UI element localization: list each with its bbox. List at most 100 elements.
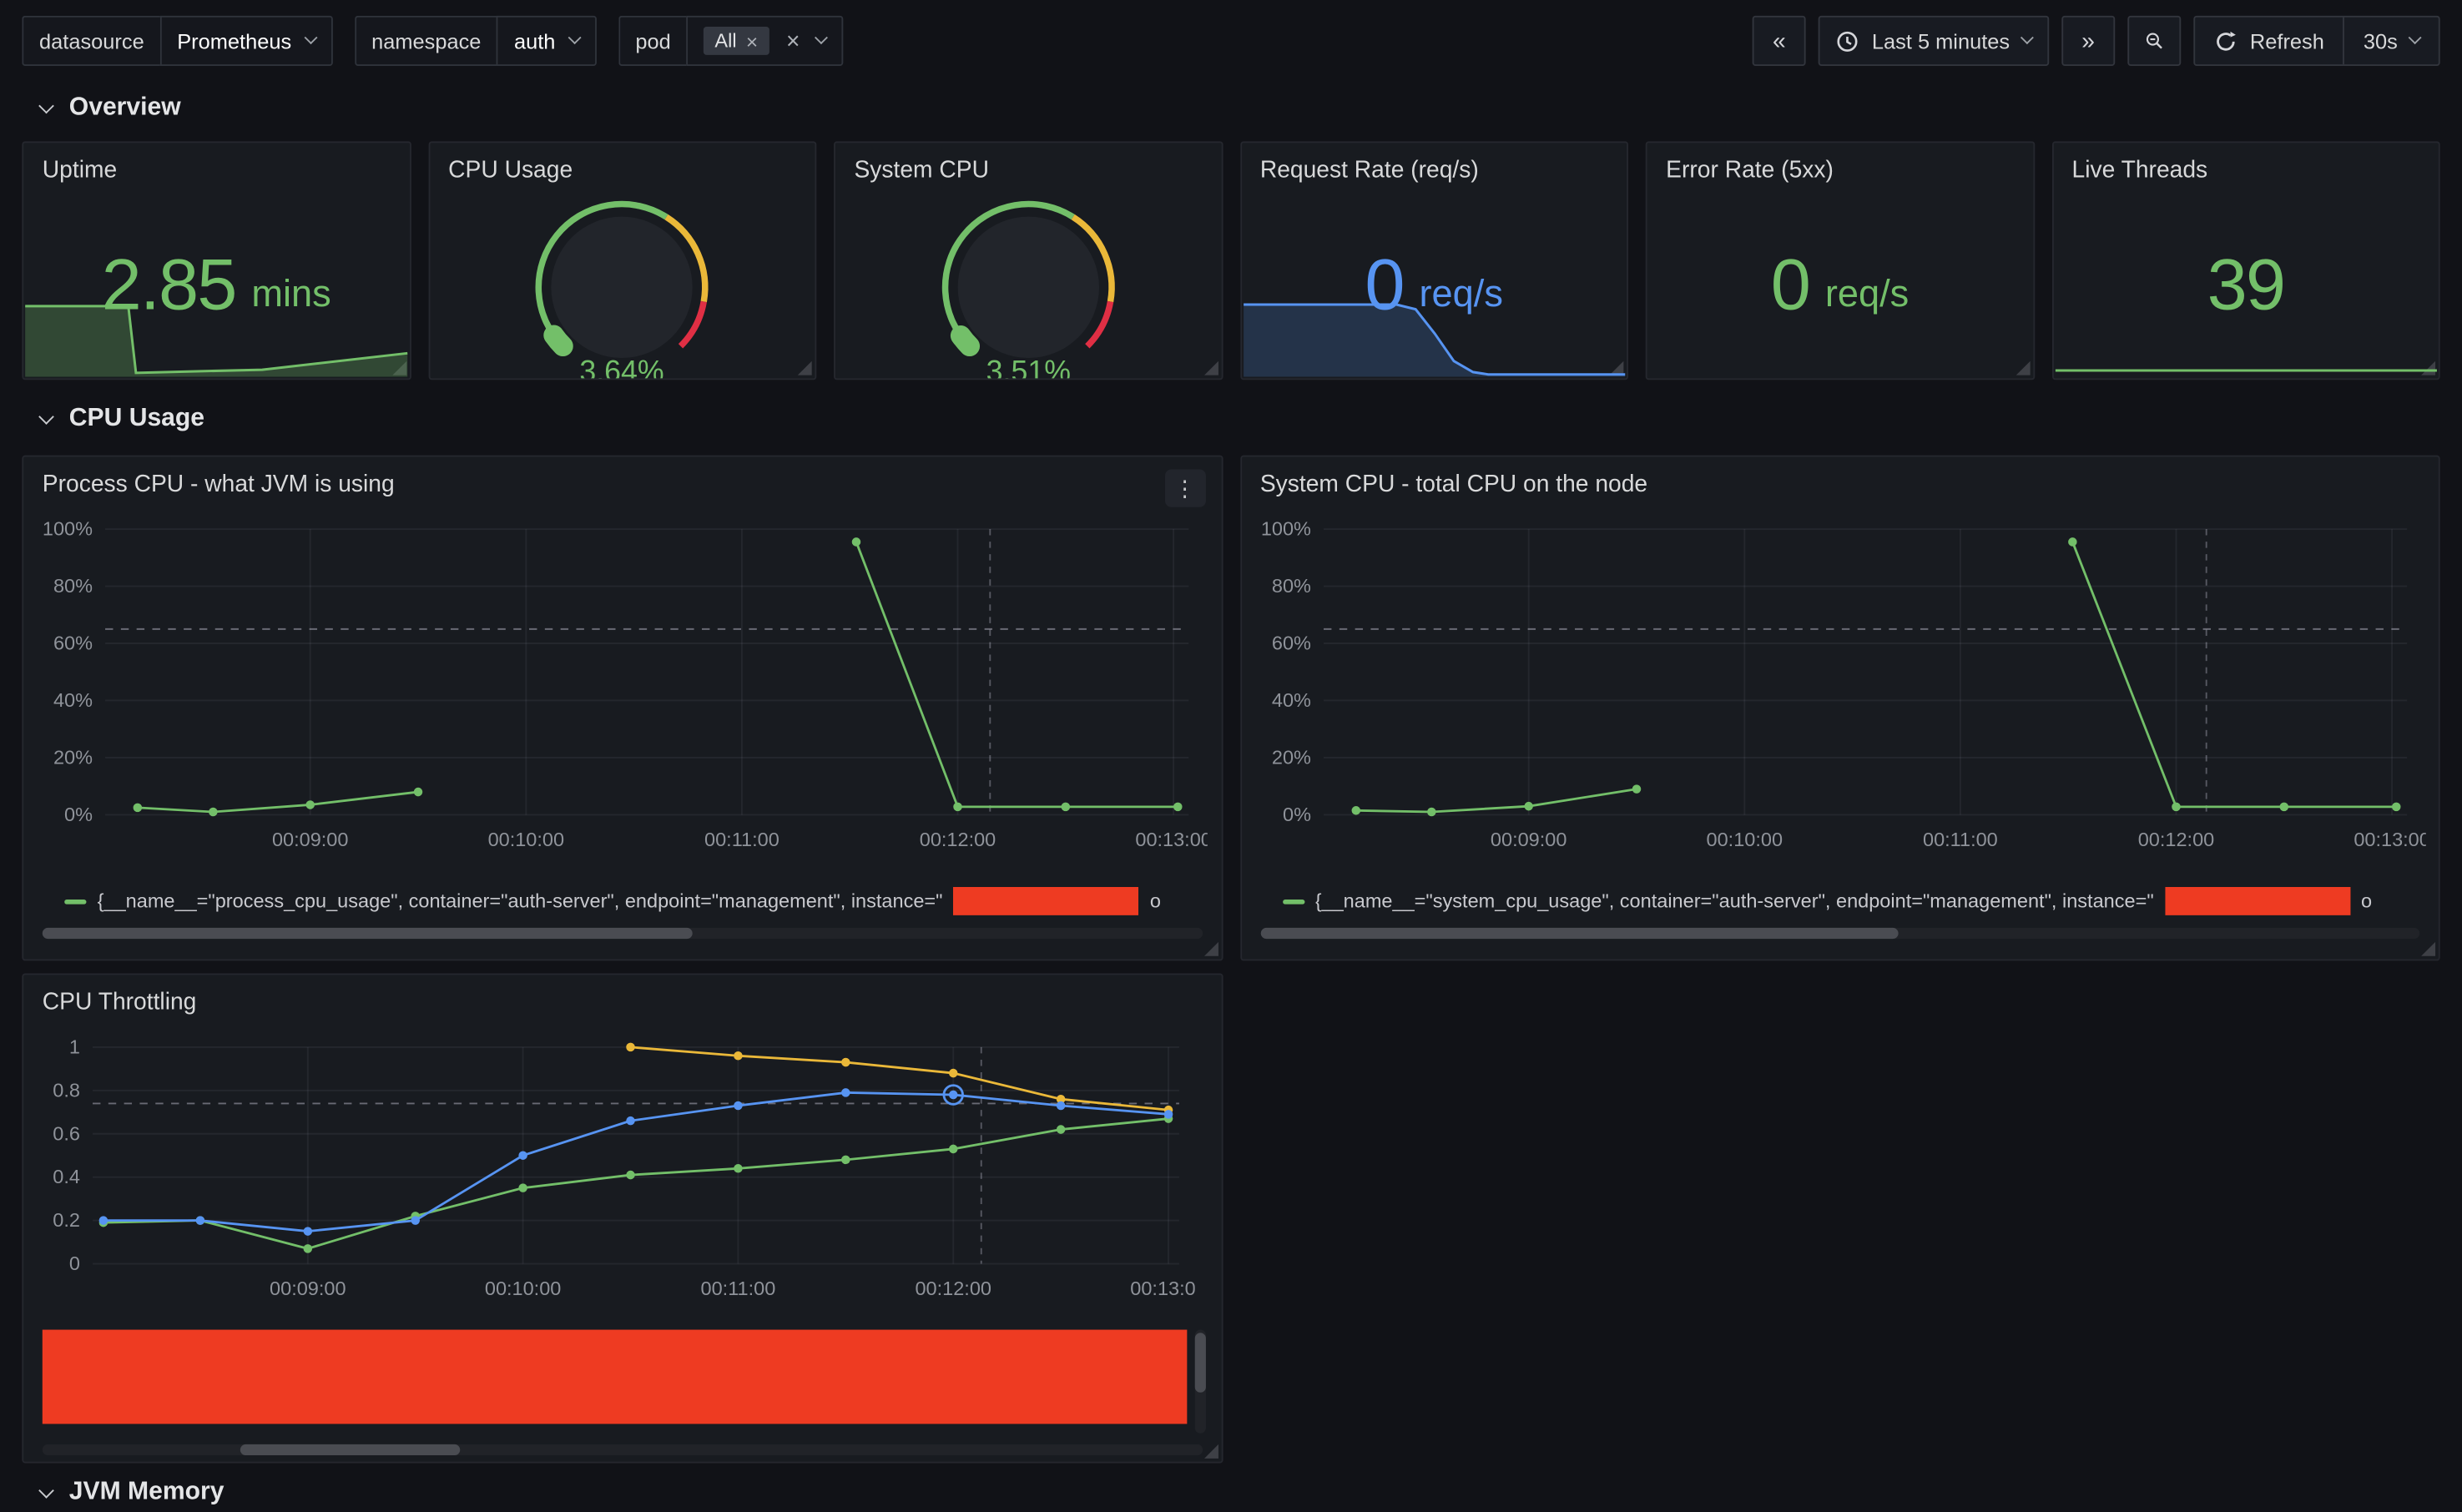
panel-resize-handle[interactable] [2421, 942, 2435, 956]
svg-text:20%: 20% [1271, 746, 1310, 768]
svg-text:00:09:00: 00:09:00 [272, 829, 348, 850]
panel-header[interactable]: CPU Throttling [23, 975, 1222, 1028]
redaction-box [43, 1330, 1188, 1424]
chevron-down-icon [568, 31, 581, 44]
zoom-out-button[interactable] [2127, 16, 2181, 66]
panel-menu-button[interactable]: ⋮ [1164, 470, 1205, 507]
series-legend[interactable]: {__name__="system_cpu_usage", container=… [1282, 885, 2423, 917]
section-title: JVM Memory [69, 1479, 225, 1507]
refresh-icon [2214, 29, 2237, 53]
overview-stats-row: Uptime 2.85 mins CPU Usage 3.64% System … [22, 141, 2439, 380]
chevron-down-icon [38, 98, 54, 113]
legend-scrollbar-thumb[interactable] [43, 928, 692, 939]
time-shift-forward-button[interactable]: » [2061, 16, 2115, 66]
pod-chip-value: All [714, 30, 736, 52]
panel-title: System CPU [835, 143, 1221, 184]
time-range-picker[interactable]: Last 5 minutes [1819, 16, 2049, 66]
panel-system-cpu-gauge: System CPU 3.51% [834, 141, 1223, 380]
svg-text:0.2: 0.2 [53, 1209, 80, 1231]
chevron-down-icon [38, 1482, 54, 1498]
pod-selected-chip[interactable]: All × [704, 27, 769, 55]
chevron-down-icon [38, 408, 54, 424]
legend-vscrollbar-thumb[interactable] [1195, 1333, 1206, 1392]
chip-remove-icon[interactable]: × [746, 31, 758, 51]
svg-text:00:13:00: 00:13:00 [1135, 829, 1207, 850]
panel-title: Live Threads [2053, 143, 2439, 184]
redaction-box [2165, 887, 2350, 915]
double-chevron-left-icon: « [1773, 29, 1786, 53]
var-datasource-label: datasource [22, 16, 159, 66]
chevron-down-icon [2409, 31, 2422, 44]
magnifier-minus-icon [2145, 28, 2164, 53]
svg-text:00:12:00: 00:12:00 [915, 1278, 991, 1299]
panel-header[interactable]: System CPU - total CPU on the node [1241, 456, 2439, 510]
legend-scrollbar-thumb[interactable] [1260, 928, 1898, 939]
request-rate-value: 0 req/s [1241, 190, 1627, 379]
var-datasource-select[interactable]: Prometheus [160, 16, 333, 66]
svg-text:3.51%: 3.51% [986, 355, 1070, 380]
panel-header[interactable]: Process CPU - what JVM is using [23, 456, 1221, 510]
refresh-label: Refresh [2250, 29, 2324, 53]
svg-text:00:12:00: 00:12:00 [2137, 829, 2213, 850]
clear-selection-icon[interactable]: × [786, 29, 800, 53]
panel-resize-handle[interactable] [1204, 1444, 1218, 1459]
var-pod-select[interactable]: All × × [687, 16, 845, 66]
section-title: Overview [69, 94, 181, 123]
panel-title: Process CPU - what JVM is using [43, 470, 395, 496]
refresh-interval-value: 30s [2364, 29, 2398, 53]
double-chevron-right-icon: » [2081, 29, 2095, 53]
panel-live-threads: Live Threads 39 [2051, 141, 2440, 380]
svg-text:100%: 100% [1260, 518, 1310, 540]
cpu-usage-gauge: 3.64% [430, 184, 815, 380]
refresh-button[interactable]: Refresh [2195, 18, 2343, 64]
series-color-marker [1282, 899, 1304, 904]
var-namespace-select[interactable]: auth [497, 16, 596, 66]
panel-title: Uptime [23, 143, 409, 184]
var-pod-label: pod [618, 16, 687, 66]
refresh-controls: Refresh 30s [2193, 16, 2439, 66]
svg-text:60%: 60% [1271, 633, 1310, 654]
panel-cpu-usage-gauge: CPU Usage 3.64% [428, 141, 817, 380]
svg-text:0.4: 0.4 [53, 1166, 80, 1187]
section-cpu-usage[interactable]: CPU Usage [0, 380, 2462, 442]
section-jvm-memory[interactable]: JVM Memory [0, 1463, 2462, 1511]
process-cpu-chart[interactable]: 0%20%40%60%80%100%00:09:0000:10:0000:11:… [30, 510, 1221, 866]
svg-text:00:11:00: 00:11:00 [704, 829, 779, 850]
legend-area [43, 1330, 1206, 1434]
section-overview[interactable]: Overview [0, 69, 2462, 132]
redaction-box [954, 887, 1139, 915]
time-controls: « Last 5 minutes » [1753, 16, 2440, 66]
svg-text:00:13:00: 00:13:00 [1130, 1278, 1194, 1299]
panel-system-cpu: System CPU - total CPU on the node 0% 20%… [1239, 456, 2439, 961]
svg-text:0.6: 0.6 [53, 1122, 80, 1144]
cpu-throttling-chart[interactable]: 00.20.40.60.8100:09:0000:10:0000:11:0000… [30, 1028, 1222, 1315]
panel-request-rate: Request Rate (req/s) 0 req/s [1239, 141, 1628, 380]
var-namespace-label: namespace [354, 16, 497, 66]
time-shift-back-button[interactable]: « [1753, 16, 1806, 66]
series-legend[interactable]: {__name__="process_cpu_usage", container… [64, 885, 1205, 917]
throttling-row: CPU Throttling 00.20.40.60.8100:09:0000:… [22, 973, 2439, 1463]
chevron-down-icon [815, 31, 829, 44]
var-namespace-value: auth [514, 29, 555, 53]
clock-icon [1836, 29, 1859, 53]
panel-resize-handle[interactable] [1203, 361, 1218, 375]
legend-scrollbar-track [43, 1444, 1203, 1455]
svg-text:00:09:00: 00:09:00 [270, 1278, 346, 1299]
legend-vscrollbar-track [1195, 1330, 1206, 1434]
legend-label: {__name__="process_cpu_usage", container… [98, 890, 943, 912]
legend-scrollbar-track [43, 928, 1202, 939]
legend-scrollbar-thumb[interactable] [240, 1444, 460, 1455]
svg-text:1: 1 [69, 1036, 80, 1057]
cpu-charts-row: Process CPU - what JVM is using ⋮ 0%20%4… [22, 456, 2439, 961]
system-cpu-chart[interactable]: 0%20%40%60%80%100%00:09:0000:10:0000:11:… [1248, 510, 2439, 866]
uptime-value: 2.85 mins [23, 190, 409, 379]
refresh-interval-select[interactable]: 30s [2343, 18, 2438, 64]
svg-text:80%: 80% [53, 575, 93, 597]
svg-text:00:10:00: 00:10:00 [485, 1278, 561, 1299]
svg-text:0%: 0% [1282, 804, 1310, 825]
panel-resize-handle[interactable] [798, 361, 812, 375]
svg-text:20%: 20% [53, 746, 93, 768]
panel-process-cpu: Process CPU - what JVM is using ⋮ 0%20%4… [22, 456, 1222, 961]
panel-resize-handle[interactable] [1203, 942, 1218, 956]
svg-text:00:11:00: 00:11:00 [1922, 829, 1997, 850]
